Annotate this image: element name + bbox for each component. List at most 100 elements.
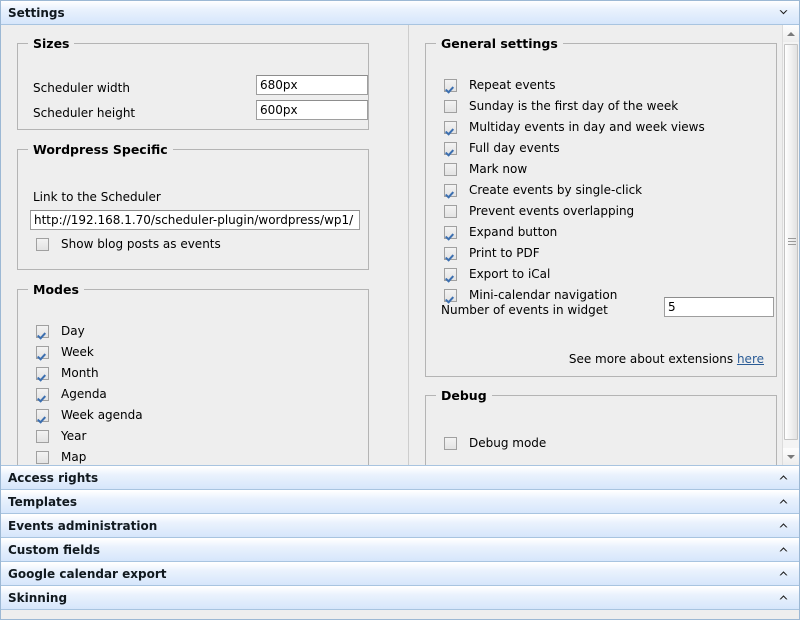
scheduler-link-input[interactable]	[30, 210, 360, 230]
left-column: Sizes Scheduler width Scheduler height W…	[1, 25, 409, 465]
general-multiday-events-in-day-and-week-views-label: Multiday events in day and week views	[469, 120, 705, 134]
events-count-label: Number of events in widget	[441, 303, 608, 317]
scrollbar-thumb[interactable]	[784, 44, 798, 440]
scheduler-width-label: Scheduler width	[33, 81, 130, 95]
accordion-title: Custom fields	[8, 543, 101, 557]
checkbox-checked-icon[interactable]	[36, 387, 49, 401]
accordion-title: Events administration	[8, 519, 158, 533]
sizes-legend: Sizes	[33, 36, 70, 51]
mode-day-label: Day	[61, 324, 85, 338]
general-print-to-pdf-label: Print to PDF	[469, 246, 540, 260]
general-export-to-ical-checkbox-row[interactable]: Export to iCal	[444, 266, 550, 282]
general-full-day-events-label: Full day events	[469, 141, 560, 155]
checkbox-checked-icon[interactable]	[444, 288, 457, 302]
checkbox-checked-icon[interactable]	[444, 225, 457, 239]
scheduler-height-label: Scheduler height	[33, 106, 136, 120]
checkbox-checked-icon[interactable]	[36, 408, 49, 422]
checkbox-checked-icon[interactable]	[444, 267, 457, 281]
debug-mode-label: Debug mode	[469, 436, 547, 450]
show-blog-posts-label: Show blog posts as events	[61, 237, 221, 251]
scroll-down-button[interactable]	[783, 448, 799, 465]
accordion-header-templates[interactable]: Templates	[1, 490, 799, 514]
checkbox-checked-icon[interactable]	[444, 183, 457, 197]
modes-legend: Modes	[33, 282, 79, 297]
general-repeat-events-checkbox-row[interactable]: Repeat events	[444, 77, 555, 93]
checkbox-checked-icon[interactable]	[444, 120, 457, 134]
general-expand-button-label: Expand button	[469, 225, 558, 239]
scheduler-height-input[interactable]	[256, 100, 368, 120]
accordion-title: Google calendar export	[8, 567, 167, 581]
right-column: General settings Repeat events Sunday is …	[409, 25, 799, 465]
checkbox-checked-icon[interactable]	[444, 246, 457, 260]
wordpress-specific-group: Wordpress Specific Link to the Scheduler…	[17, 142, 369, 270]
general-settings-legend: General settings	[441, 36, 558, 51]
wordpress-specific-legend: Wordpress Specific	[33, 142, 168, 157]
checkbox-icon[interactable]	[36, 237, 49, 251]
accordion-header-skinning[interactable]: Skinning	[1, 586, 799, 610]
general-expand-button-checkbox-row[interactable]: Expand button	[444, 224, 557, 240]
checkbox-icon[interactable]	[36, 429, 49, 443]
accordion-header-access-rights[interactable]: Access rights	[1, 466, 799, 490]
general-mini-calendar-navigation-checkbox-row[interactable]: Mini-calendar navigation	[444, 287, 617, 303]
chevron-down-icon[interactable]	[778, 7, 789, 18]
mode-day-checkbox-row[interactable]: Day	[36, 323, 85, 339]
page-title: Settings	[8, 5, 65, 20]
collapsed-sections: Access rights Templates Events administrat…	[1, 466, 799, 610]
checkbox-checked-icon[interactable]	[444, 78, 457, 92]
general-create-events-by-single-click-checkbox-row[interactable]: Create events by single-click	[444, 182, 642, 198]
vertical-scrollbar[interactable]	[782, 25, 799, 465]
general-full-day-events-checkbox-row[interactable]: Full day events	[444, 140, 560, 156]
scrollbar-track[interactable]	[783, 42, 799, 448]
checkbox-checked-icon[interactable]	[444, 141, 457, 155]
accordion-header-events-administration[interactable]: Events administration	[1, 514, 799, 538]
general-prevent-events-overlapping-checkbox-row[interactable]: Prevent events overlapping	[444, 203, 634, 219]
general-print-to-pdf-checkbox-row[interactable]: Print to PDF	[444, 245, 540, 261]
mode-year-checkbox-row[interactable]: Year	[36, 428, 86, 444]
checkbox-icon[interactable]	[444, 162, 457, 176]
general-multiday-events-in-day-and-week-views-checkbox-row[interactable]: Multiday events in day and week views	[444, 119, 705, 135]
chevron-up-icon[interactable]	[778, 496, 789, 507]
accordion-header-settings[interactable]: Settings	[1, 1, 799, 25]
mode-week-agenda-checkbox-row[interactable]: Week agenda	[36, 407, 143, 423]
general-mark-now-checkbox-row[interactable]: Mark now	[444, 161, 527, 177]
general-sunday-is-the-first-day-of-the-week-checkbox-row[interactable]: Sunday is the first day of the week	[444, 98, 678, 114]
checkbox-icon[interactable]	[444, 436, 457, 450]
grip-icon	[788, 238, 796, 246]
debug-group: Debug Debug mode	[425, 388, 777, 465]
general-repeat-events-label: Repeat events	[469, 78, 556, 92]
mode-year-label: Year	[61, 429, 87, 443]
chevron-up-icon[interactable]	[778, 472, 789, 483]
mode-agenda-checkbox-row[interactable]: Agenda	[36, 386, 107, 402]
mode-map-checkbox-row[interactable]: Map	[36, 449, 86, 465]
settings-window: Settings Sizes Scheduler width Scheduler…	[0, 0, 800, 620]
checkbox-icon[interactable]	[444, 99, 457, 113]
mode-agenda-label: Agenda	[61, 387, 107, 401]
chevron-up-icon[interactable]	[778, 544, 789, 555]
extensions-link[interactable]: here	[737, 352, 764, 366]
chevron-up-icon[interactable]	[778, 520, 789, 531]
general-prevent-events-overlapping-label: Prevent events overlapping	[469, 204, 635, 218]
accordion-title: Templates	[8, 495, 78, 509]
accordion-title: Skinning	[8, 591, 68, 605]
modes-group: Modes Day Week Month Agenda Week agenda Year M…	[17, 282, 369, 465]
show-blog-posts-checkbox-row[interactable]: Show blog posts as events	[36, 236, 221, 252]
checkbox-icon[interactable]	[36, 450, 49, 464]
debug-mode-checkbox-row[interactable]: Debug mode	[444, 435, 546, 451]
scroll-up-button[interactable]	[783, 25, 799, 42]
mode-week-checkbox-row[interactable]: Week	[36, 344, 94, 360]
checkbox-icon[interactable]	[444, 204, 457, 218]
mode-month-label: Month	[61, 366, 99, 380]
checkbox-checked-icon[interactable]	[36, 345, 49, 359]
triangle-down-icon	[787, 454, 795, 459]
settings-body: Sizes Scheduler width Scheduler height W…	[1, 25, 799, 466]
checkbox-checked-icon[interactable]	[36, 366, 49, 380]
events-count-input[interactable]	[664, 297, 774, 317]
chevron-up-icon[interactable]	[778, 568, 789, 579]
scheduler-width-input[interactable]	[256, 75, 368, 95]
accordion-header-custom-fields[interactable]: Custom fields	[1, 538, 799, 562]
mode-month-checkbox-row[interactable]: Month	[36, 365, 99, 381]
checkbox-checked-icon[interactable]	[36, 324, 49, 338]
chevron-up-icon[interactable]	[778, 592, 789, 603]
sizes-group: Sizes Scheduler width Scheduler height	[17, 36, 369, 130]
accordion-header-google-calendar-export[interactable]: Google calendar export	[1, 562, 799, 586]
